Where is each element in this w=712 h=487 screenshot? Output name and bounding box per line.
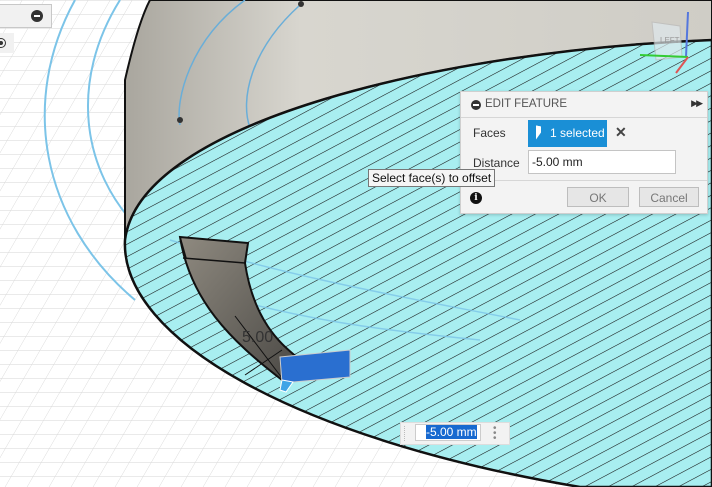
viewcube-face-label: LEFT [660, 36, 680, 45]
drag-grip-icon[interactable] [404, 426, 409, 441]
more-options-icon[interactable]: • • • [493, 424, 497, 444]
faces-selection-button[interactable]: 1 selected [528, 120, 607, 147]
ok-button[interactable]: OK [567, 187, 629, 207]
info-icon[interactable]: i [470, 192, 482, 204]
inline-distance-box: -5.00 mm • • • [400, 422, 510, 445]
dialog-title: EDIT FEATURE [485, 98, 567, 110]
browser-panel-collapsed[interactable] [0, 4, 52, 28]
inline-distance-value: -5.00 mm [426, 425, 477, 439]
faces-label: Faces [473, 126, 506, 140]
expand-dialog-icon[interactable]: ▶▶ [691, 98, 703, 109]
clear-selection-icon[interactable]: ✕ [615, 124, 627, 141]
faces-selection-count: 1 selected [550, 126, 605, 140]
dialog-divider [461, 180, 707, 181]
collapse-icon[interactable] [31, 10, 43, 22]
cursor-icon [536, 125, 541, 141]
inline-distance-input[interactable]: -5.00 mm [415, 424, 481, 441]
edit-feature-dialog: EDIT FEATURE ▶▶ Faces 1 selected ✕ Dista… [460, 91, 708, 214]
radio-icon [0, 38, 6, 48]
dialog-header: EDIT FEATURE ▶▶ [461, 92, 707, 118]
distance-input[interactable]: -5.00 mm [528, 150, 676, 174]
collapse-dialog-icon[interactable] [471, 100, 481, 110]
distance-label: Distance [473, 156, 520, 170]
tooltip: Select face(s) to offset [368, 169, 496, 187]
3d-viewport[interactable]: LEFT [0, 0, 712, 487]
visibility-toggle[interactable] [0, 33, 14, 53]
cancel-button[interactable]: Cancel [639, 187, 699, 207]
dimension-label: 5.00 [242, 329, 274, 346]
